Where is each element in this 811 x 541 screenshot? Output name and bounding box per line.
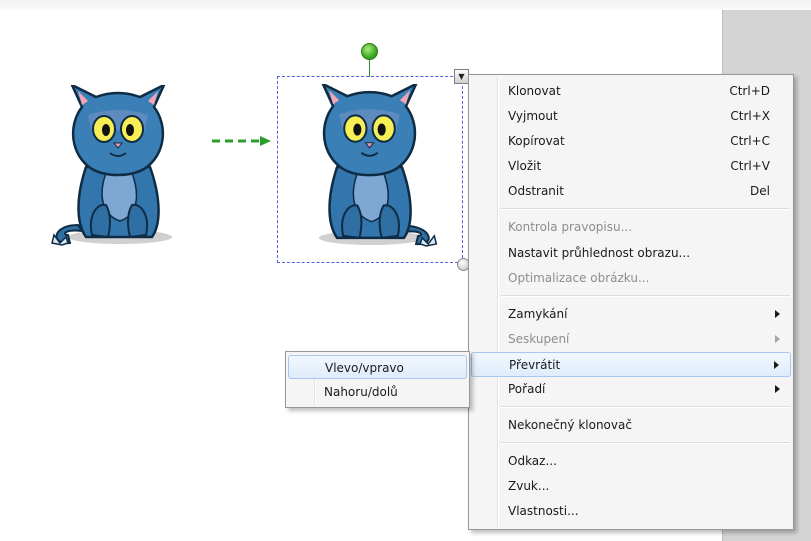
menu-item-label: Kopírovat — [508, 134, 565, 148]
menu-item-vlevo-vpravo[interactable]: Vlevo/vpravo — [288, 355, 467, 379]
menu-item-vlastnosti[interactable]: Vlastnosti... — [471, 499, 791, 524]
menu-separator — [501, 208, 790, 210]
rotation-handle[interactable] — [361, 43, 378, 60]
menu-item-nekonecny-klonovac[interactable]: Nekonečný klonovač — [471, 413, 791, 438]
menu-item-label: Klonovat — [508, 84, 561, 98]
menu-item-shortcut: Del — [750, 184, 770, 198]
menu-item-pruhlednost[interactable]: Nastavit průhlednost obrazu... — [471, 241, 791, 266]
flip-submenu: Vlevo/vpravo Nahoru/dolů — [285, 351, 470, 408]
menu-item-poradi[interactable]: Pořadí — [471, 377, 791, 402]
menu-item-label: Kontrola pravopisu... — [508, 220, 633, 234]
menu-item-seskupeni: Seskupení — [471, 327, 791, 352]
menu-separator — [501, 406, 790, 408]
menu-item-vlozit[interactable]: Vložit Ctrl+V — [471, 154, 791, 179]
menu-item-klonovat[interactable]: Klonovat Ctrl+D — [471, 79, 791, 104]
menu-item-nahoru-dolu[interactable]: Nahoru/dolů — [288, 380, 467, 404]
menu-item-shortcut: Ctrl+C — [730, 134, 770, 148]
context-menu: Klonovat Ctrl+D Vyjmout Ctrl+X Kopírovat… — [468, 74, 794, 530]
object-menu-button[interactable]: ▼ — [454, 69, 469, 84]
menu-item-optimalizace: Optimalizace obrázku... — [471, 266, 791, 291]
menu-item-kontrola-pravopisu: Kontrola pravopisu... — [471, 215, 791, 240]
menu-item-label: Optimalizace obrázku... — [508, 271, 650, 285]
menu-item-label: Pořadí — [508, 382, 546, 396]
menu-item-kopirovat[interactable]: Kopírovat Ctrl+C — [471, 129, 791, 154]
menu-item-label: Nastavit průhlednost obrazu... — [508, 246, 691, 260]
menu-item-shortcut: Ctrl+V — [730, 159, 770, 173]
menu-item-label: Odstranit — [508, 184, 564, 198]
menu-item-shortcut: Ctrl+D — [729, 84, 770, 98]
menu-item-vyjmout[interactable]: Vyjmout Ctrl+X — [471, 104, 791, 129]
menu-item-odstranit[interactable]: Odstranit Del — [471, 179, 791, 204]
menu-item-label: Vlevo/vpravo — [325, 361, 404, 375]
menu-item-zvuk[interactable]: Zvuk... — [471, 474, 791, 499]
menu-item-label: Zamykání — [508, 307, 568, 321]
submenu-arrow-icon — [775, 385, 780, 393]
menu-item-odkaz[interactable]: Odkaz... — [471, 449, 791, 474]
menu-item-label: Odkaz... — [508, 454, 557, 468]
submenu-arrow-icon — [775, 335, 780, 343]
dropdown-arrow-icon: ▼ — [458, 72, 465, 81]
cat-image-left[interactable] — [48, 85, 186, 247]
submenu-arrow-icon — [774, 361, 779, 369]
menu-separator — [501, 295, 790, 297]
menu-item-label: Vlastnosti... — [508, 504, 579, 518]
blue-cat-icon — [51, 85, 172, 246]
menu-item-label: Převrátit — [509, 358, 561, 372]
selection-box[interactable] — [277, 76, 463, 263]
menu-item-zamykani[interactable]: Zamykání — [471, 302, 791, 327]
menu-item-label: Vyjmout — [508, 109, 558, 123]
menu-item-label: Zvuk... — [508, 479, 550, 493]
top-strip — [0, 0, 811, 10]
menu-item-prevratit[interactable]: Převrátit — [471, 352, 791, 377]
menu-item-label: Nahoru/dolů — [324, 385, 398, 399]
menu-item-label: Seskupení — [508, 332, 570, 346]
menu-item-label: Nekonečný klonovač — [508, 418, 632, 432]
menu-item-label: Vložit — [508, 159, 542, 173]
submenu-arrow-icon — [775, 310, 780, 318]
dashed-arrow — [212, 136, 271, 146]
menu-separator — [501, 442, 790, 444]
rotation-handle-stem — [369, 60, 370, 77]
menu-item-shortcut: Ctrl+X — [730, 109, 770, 123]
